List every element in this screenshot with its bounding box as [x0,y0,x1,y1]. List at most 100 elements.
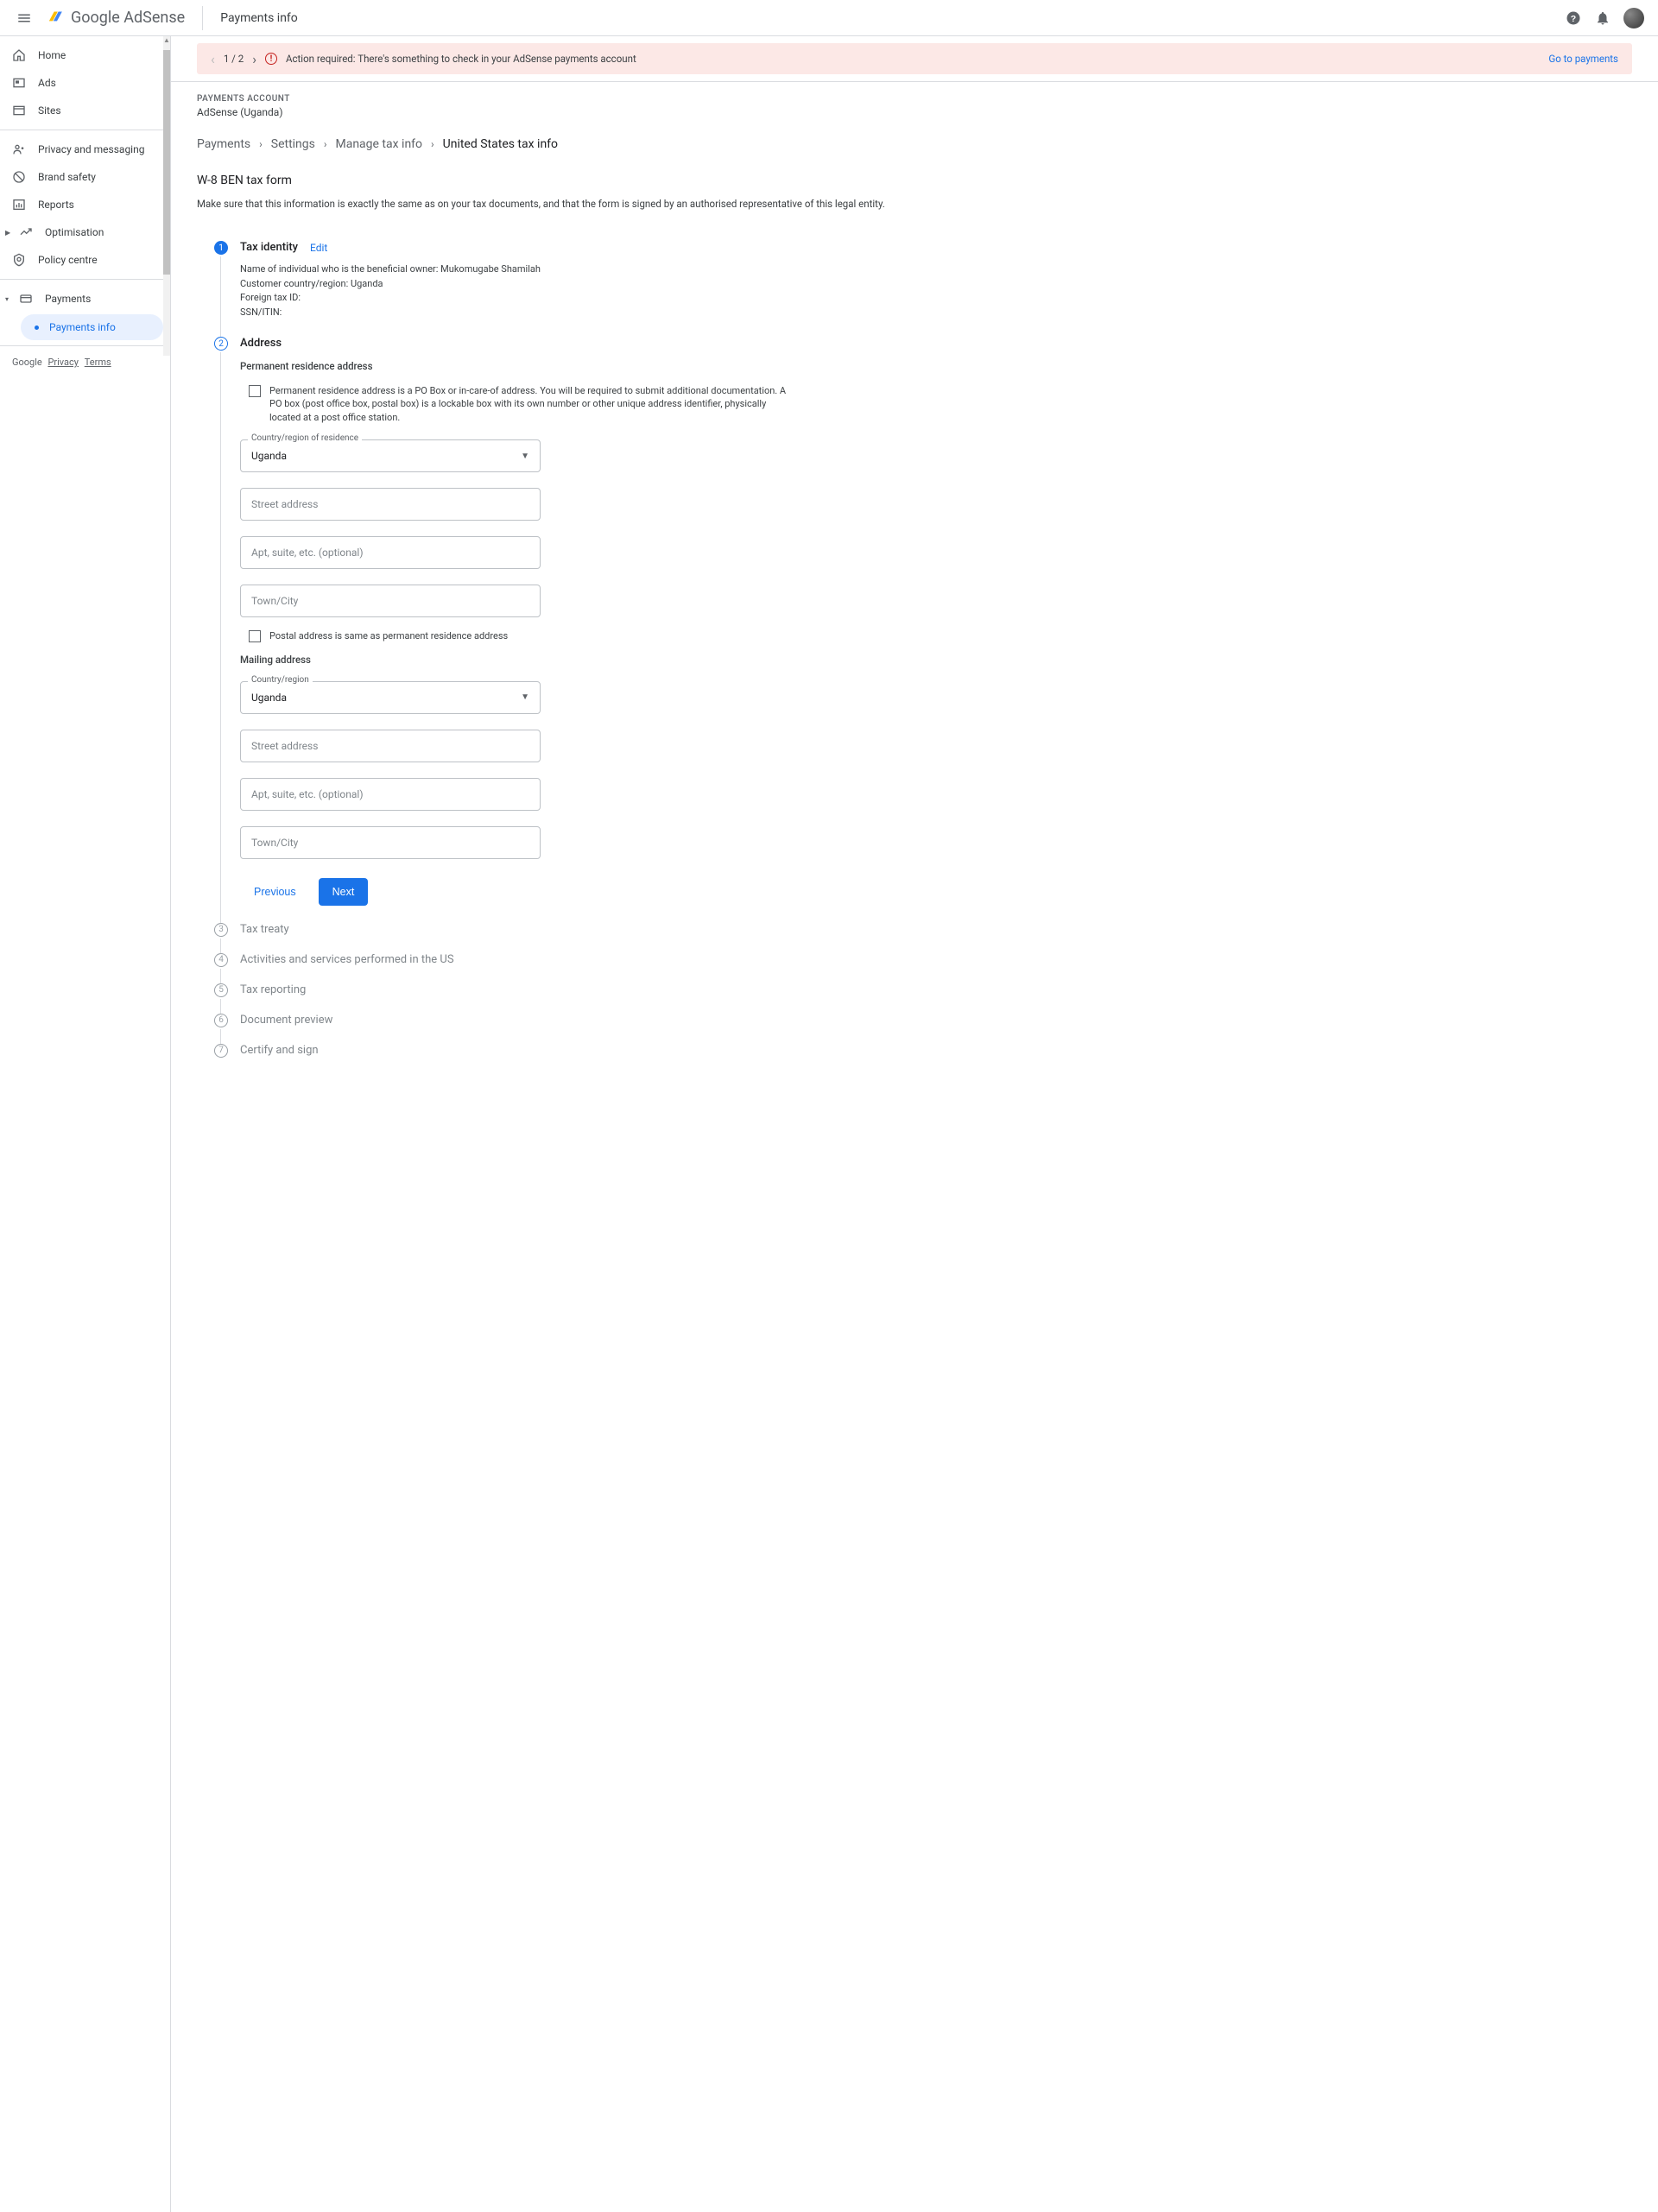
expand-icon: ▶ [5,229,10,237]
step2-title: Address [240,337,282,350]
help-button[interactable]: ? [1565,9,1582,27]
chevron-right-icon: › [259,138,263,150]
adsense-logo[interactable]: Google AdSense [48,9,185,27]
bc-manage-tax[interactable]: Manage tax info [335,137,422,151]
next-button[interactable]: Next [319,878,369,906]
reports-icon [12,198,26,212]
stepper: 1 Tax identity Edit Name of individual w… [197,241,1632,1074]
form-title: W-8 BEN tax form [197,174,1632,187]
step-number-1: 1 [214,241,228,255]
svg-text:?: ? [1571,13,1576,23]
alert-pager: 1 / 2 [224,53,244,65]
sidebar-item-brand-safety[interactable]: Brand safety [0,163,170,191]
previous-button[interactable]: Previous [240,878,310,906]
sidebar-item-optimisation[interactable]: ▶ Optimisation [0,218,170,246]
alert-error-icon: ! [265,53,277,65]
bc-payments[interactable]: Payments [197,137,250,151]
sidebar-item-ads[interactable]: Ads [0,69,170,97]
country-residence-select[interactable]: Country/region of residence Uganda ▼ [240,439,541,472]
step-number-2: 2 [214,337,228,351]
bc-us-tax: United States tax info [443,137,558,151]
notifications-button[interactable] [1594,9,1611,27]
ads-icon [12,76,26,90]
step-tax-identity: 1 Tax identity Edit Name of individual w… [214,241,1632,337]
mail-town-input[interactable]: Town/City [240,826,541,859]
step-number-3: 3 [214,923,228,937]
sidebar-footer: Google Privacy Terms [0,345,170,378]
step-number-7: 7 [214,1044,228,1058]
page-title: Payments info [220,11,298,25]
privacy-link[interactable]: Privacy [47,357,79,368]
alert-prev: ‹ [211,51,215,67]
mail-country-select[interactable]: Country/region Uganda ▼ [240,681,541,714]
step-number-4: 4 [214,953,228,967]
sidebar-item-sites[interactable]: Sites [0,97,170,124]
home-icon [12,48,26,62]
step-document-preview: 6 Document preview [214,1014,1632,1044]
sidebar-scrollbar[interactable]: ▲ [163,36,170,356]
dropdown-icon: ▼ [521,692,529,702]
town-city-input[interactable]: Town/City [240,585,541,617]
menu-icon [16,10,32,26]
chevron-right-icon: › [324,138,327,150]
user-avatar[interactable] [1623,8,1644,28]
step-tax-treaty: 3 Tax treaty [214,923,1632,953]
mailing-address-heading: Mailing address [240,654,1632,666]
step4-title: Activities and services performed in the… [240,953,454,966]
step1-edit-link[interactable]: Edit [310,242,327,254]
po-box-checkbox[interactable] [249,385,261,397]
main-content: ‹ 1 / 2 › ! Action required: There's som… [171,36,1658,2212]
privacy-icon [12,142,26,156]
header-divider [202,6,203,30]
alert-link[interactable]: Go to payments [1548,53,1618,65]
mail-street-input[interactable]: Street address [240,730,541,762]
collapse-icon: ▾ [5,295,10,303]
product-name: Google AdSense [71,9,185,27]
sidebar-item-payments[interactable]: ▾ Payments [0,285,170,313]
mail-apt-input[interactable]: Apt, suite, etc. (optional) [240,778,541,811]
help-icon: ? [1566,10,1581,26]
active-dot-icon [35,325,39,330]
step-number-5: 5 [214,983,228,997]
sites-icon [12,104,26,117]
sidebar-item-policy-centre[interactable]: Policy centre [0,246,170,274]
payments-icon [19,292,33,306]
step3-title: Tax treaty [240,923,289,936]
alert-banner: ‹ 1 / 2 › ! Action required: There's som… [197,43,1632,74]
perm-address-heading: Permanent residence address [240,360,1632,372]
sidebar-item-privacy[interactable]: Privacy and messaging [0,136,170,163]
adsense-icon [48,9,66,27]
terms-link[interactable]: Terms [85,357,111,368]
chevron-right-icon: › [431,138,434,150]
menu-button[interactable] [14,8,35,28]
step1-title: Tax identity [240,241,298,254]
street-address-input[interactable]: Street address [240,488,541,521]
step-activities: 4 Activities and services performed in t… [214,953,1632,983]
step-certify-sign: 7 Certify and sign [214,1044,1632,1074]
sidebar: ▲ Home Ads Sites Privacy and messaging B… [0,36,171,2212]
apt-suite-input[interactable]: Apt, suite, etc. (optional) [240,536,541,569]
bell-icon [1595,10,1611,26]
same-as-perm-checkbox[interactable] [249,630,261,642]
optimisation-icon [19,225,33,239]
sidebar-item-reports[interactable]: Reports [0,191,170,218]
step-address: 2 Address Permanent residence address Pe… [214,337,1632,923]
same-as-perm-label: Postal address is same as permanent resi… [269,629,508,642]
step-tax-reporting: 5 Tax reporting [214,983,1632,1014]
bc-settings[interactable]: Settings [271,137,315,151]
sidebar-subitem-payments-info[interactable]: Payments info [21,314,163,340]
step6-title: Document preview [240,1014,332,1027]
account-label: PAYMENTS ACCOUNT [197,94,1632,104]
sidebar-item-home[interactable]: Home [0,41,170,69]
alert-next[interactable]: › [252,51,256,67]
policy-icon [12,253,26,267]
alert-text: Action required: There's something to ch… [286,53,636,65]
account-name: AdSense (Uganda) [197,106,1632,118]
dropdown-icon: ▼ [521,452,529,461]
step-number-6: 6 [214,1014,228,1027]
brand-safety-icon [12,170,26,184]
step5-title: Tax reporting [240,983,306,996]
step1-info: Name of individual who is the beneficial… [240,262,1632,319]
form-description: Make sure that this information is exact… [197,198,1632,210]
breadcrumb: Payments › Settings › Manage tax info › … [197,137,1632,151]
